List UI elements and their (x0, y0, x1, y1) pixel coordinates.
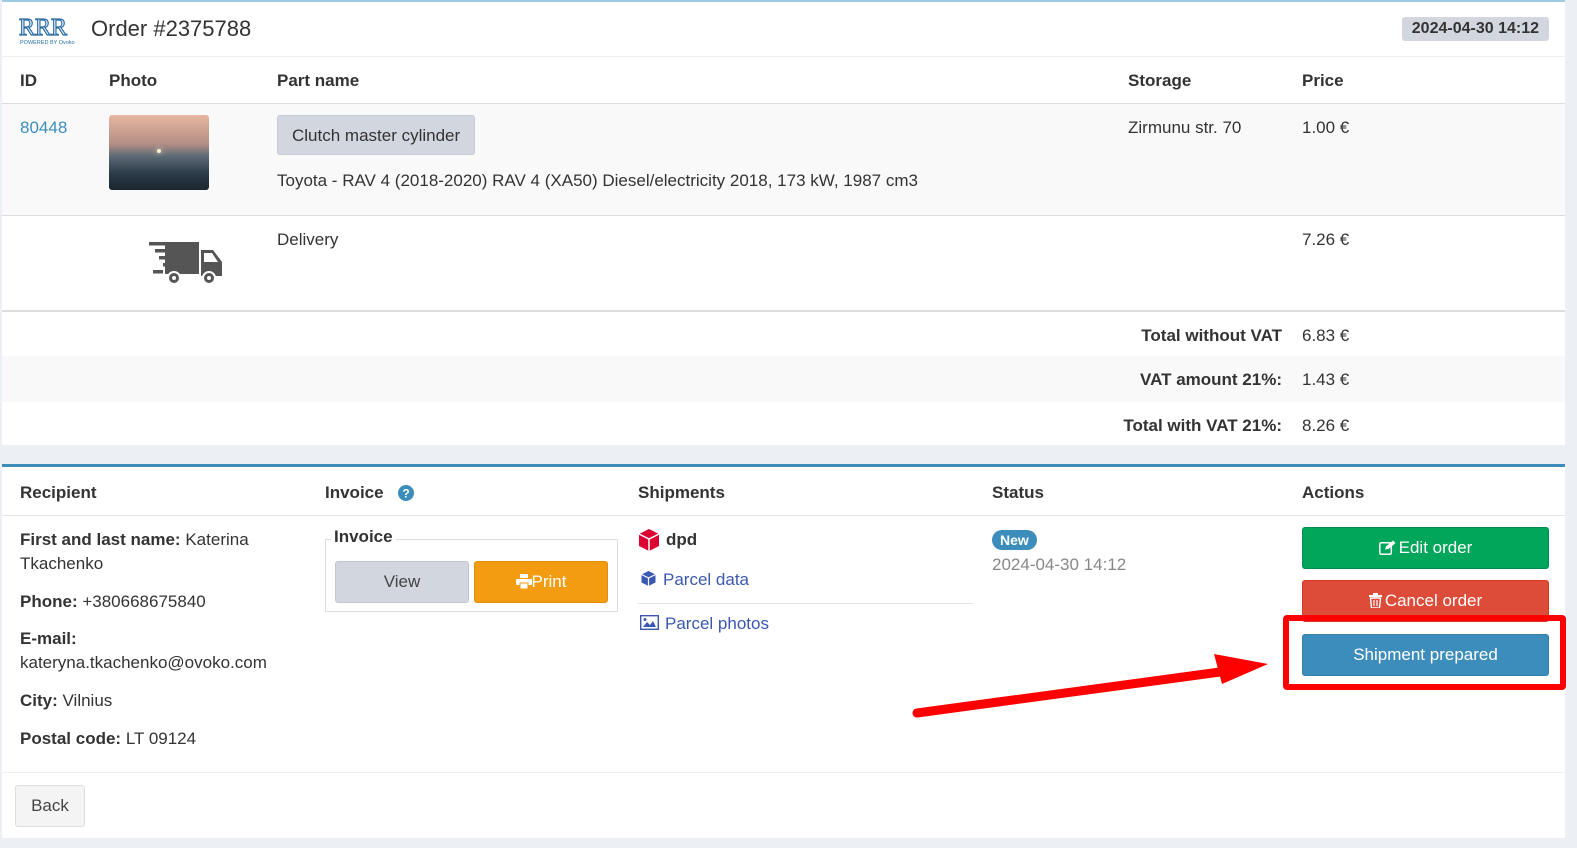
print-label: Print (531, 572, 567, 591)
status-badge: New (992, 530, 1037, 550)
part-photo[interactable] (109, 115, 209, 190)
help-icon[interactable]: ? (398, 485, 414, 501)
order-date-badge: 2024-04-30 14:12 (1401, 17, 1549, 41)
vat-amount-row: VAT amount 21%: 1.43 € (2, 356, 1565, 402)
recipient-postal-code: Postal code: LT 09124 (20, 729, 197, 748)
delivery-label: Delivery (277, 230, 339, 249)
item-id-link[interactable]: 80448 (20, 118, 67, 138)
actions-heading: Actions (1302, 483, 1365, 502)
trash-icon (1368, 593, 1382, 609)
table-row: 80448 Clutch master cylinder Toyota - RA… (2, 103, 1565, 215)
total-with-vat-row: Total with VAT 21%: 8.26 € (2, 402, 1565, 448)
cube-icon (641, 571, 656, 586)
printer-icon (515, 574, 532, 590)
recipient-email: E-mail: kateryna.tkachenko@ovoko.com (20, 629, 267, 672)
svg-text:?: ? (402, 487, 409, 501)
column-header-photo: Photo (109, 71, 158, 90)
recipient-name: First and last name: Katerina Tkachenko (20, 530, 249, 573)
view-invoice-button[interactable]: View (335, 561, 469, 603)
part-name-button[interactable]: Clutch master cylinder (277, 115, 476, 155)
total-with-vat-label: Total with VAT 21%: (1123, 416, 1282, 435)
svg-text:RRR: RRR (19, 15, 67, 41)
vat-amount-value: 1.43 € (1302, 370, 1350, 389)
shipments-heading: Shipments (638, 483, 725, 502)
recipient-city: City: Vilnius (20, 691, 113, 710)
column-header-storage: Storage (1128, 71, 1192, 90)
carrier-name: dpd (666, 530, 698, 549)
column-header-id: ID (20, 71, 37, 90)
parcel-photos-link[interactable]: Parcel photos (639, 614, 769, 634)
vehicle-description: Toyota - RAV 4 (2018-2020) RAV 4 (XA50) … (277, 171, 918, 190)
total-without-vat-row: Total without VAT 6.83 € (2, 310, 1565, 356)
parcel-data-link[interactable]: Parcel data (640, 570, 749, 590)
page-title: Order #2375788 (91, 16, 252, 41)
edit-order-button[interactable]: Edit order (1302, 527, 1549, 569)
vat-amount-label: VAT amount 21%: (1140, 370, 1282, 389)
delivery-row: Delivery 7.26 € (2, 215, 1565, 310)
invoice-heading: Invoice (325, 483, 384, 502)
storage-location: Zirmunu str. 70 (1128, 118, 1242, 137)
total-with-vat-value: 8.26 € (1302, 416, 1350, 435)
invoice-group-label: Invoice (331, 527, 396, 547)
column-header-price: Price (1302, 71, 1344, 90)
image-icon (639, 614, 660, 631)
column-header-part-name: Part name (277, 71, 360, 90)
highlight-box (1283, 615, 1566, 690)
order-header: RRR POWERED BY Ovoko Order #2375788 2024… (2, 2, 1565, 57)
rrr-logo: RRR POWERED BY Ovoko (19, 14, 75, 46)
print-invoice-button[interactable]: Print (474, 561, 608, 603)
edit-icon (1378, 540, 1396, 556)
recipient-phone: Phone: +380668675840 (20, 592, 206, 611)
order-box: RRR POWERED BY Ovoko Order #2375788 2024… (2, 0, 1565, 445)
footer-divider (2, 772, 1565, 773)
recipient-heading: Recipient (20, 483, 97, 502)
truck-icon (149, 242, 222, 285)
svg-text:POWERED BY Ovoko: POWERED BY Ovoko (20, 40, 75, 46)
status-heading: Status (992, 483, 1044, 502)
total-without-vat-value: 6.83 € (1302, 326, 1350, 345)
shipment-divider (638, 603, 973, 604)
back-button[interactable]: Back (15, 785, 85, 827)
item-price: 1.00 € (1302, 118, 1350, 137)
status-date: 2024-04-30 14:12 (992, 555, 1127, 574)
delivery-price: 7.26 € (1302, 230, 1350, 249)
total-without-vat-label: Total without VAT (1141, 326, 1282, 345)
heading-divider (2, 515, 1565, 516)
dpd-logo-icon (638, 529, 660, 551)
